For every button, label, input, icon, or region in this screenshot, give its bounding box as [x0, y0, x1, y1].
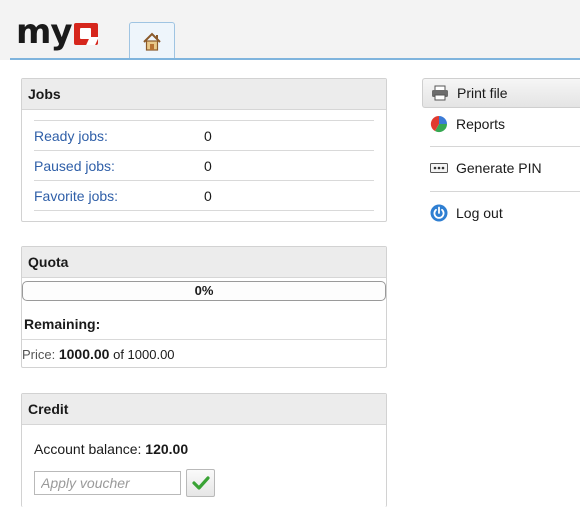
- apply-voucher-button[interactable]: [186, 469, 215, 497]
- pin-icon: [430, 159, 448, 177]
- reports-menu-item[interactable]: Reports: [422, 109, 580, 139]
- paused-jobs-count: 0: [204, 157, 212, 174]
- quota-panel-title: Quota: [22, 247, 386, 278]
- quota-panel: Quota 0% Remaining: Price: 1000.00 of 10…: [21, 246, 387, 368]
- account-balance-label: Account balance:: [34, 441, 142, 457]
- generate-pin-label: Generate PIN: [456, 160, 542, 176]
- voucher-row: [34, 469, 215, 497]
- home-tab[interactable]: [129, 22, 175, 60]
- checkmark-icon: [191, 476, 210, 490]
- jobs-row-favorite: Favorite jobs: 0: [34, 181, 374, 211]
- jobs-panel-title: Jobs: [22, 79, 386, 110]
- top-bar: my: [0, 0, 580, 60]
- remaining-label: Remaining:: [22, 301, 386, 340]
- price-value: 1000.00: [58, 346, 110, 362]
- myq-logo: my: [16, 12, 98, 52]
- menu-divider: [430, 146, 580, 147]
- reports-label: Reports: [456, 116, 506, 132]
- price-total: of 1000.00: [113, 347, 175, 362]
- printer-icon: [431, 84, 449, 102]
- action-menu: Print file Reports Generate PIN Log out: [422, 78, 580, 228]
- header-underline: [10, 58, 580, 60]
- ready-jobs-link[interactable]: Ready jobs:: [34, 128, 204, 144]
- ready-jobs-count: 0: [204, 127, 212, 144]
- print-file-label: Print file: [457, 85, 508, 101]
- price-label: Price:: [22, 347, 56, 362]
- logo-text: my: [16, 12, 73, 52]
- generate-pin-menu-item[interactable]: Generate PIN: [422, 153, 580, 183]
- log-out-menu-item[interactable]: Log out: [422, 198, 580, 228]
- jobs-panel: Jobs Ready jobs: 0 Paused jobs: 0 Favori…: [21, 78, 387, 222]
- print-file-menu-item[interactable]: Print file: [422, 78, 580, 108]
- account-balance-value: 120.00: [145, 441, 189, 457]
- jobs-table: Ready jobs: 0 Paused jobs: 0 Favorite jo…: [34, 120, 374, 211]
- voucher-input[interactable]: [34, 471, 181, 495]
- price-row: Price: 1000.00 of 1000.00: [22, 340, 386, 368]
- account-balance-row: Account balance: 120.00: [22, 425, 386, 461]
- favorite-jobs-count: 0: [204, 187, 212, 204]
- jobs-row-ready: Ready jobs: 0: [34, 121, 374, 151]
- jobs-row-paused: Paused jobs: 0: [34, 151, 374, 181]
- logo-q-mark: [73, 23, 98, 45]
- favorite-jobs-link[interactable]: Favorite jobs:: [34, 188, 204, 204]
- credit-panel-title: Credit: [22, 394, 386, 425]
- credit-panel: Credit Account balance: 120.00: [21, 393, 387, 507]
- log-out-label: Log out: [456, 205, 503, 221]
- menu-divider: [430, 191, 580, 192]
- power-icon: [430, 204, 448, 222]
- paused-jobs-link[interactable]: Paused jobs:: [34, 158, 204, 174]
- pie-chart-icon: [430, 115, 448, 133]
- quota-progress-bar: 0%: [22, 281, 386, 301]
- home-icon: [143, 32, 161, 51]
- quota-progress-text: 0%: [194, 283, 214, 298]
